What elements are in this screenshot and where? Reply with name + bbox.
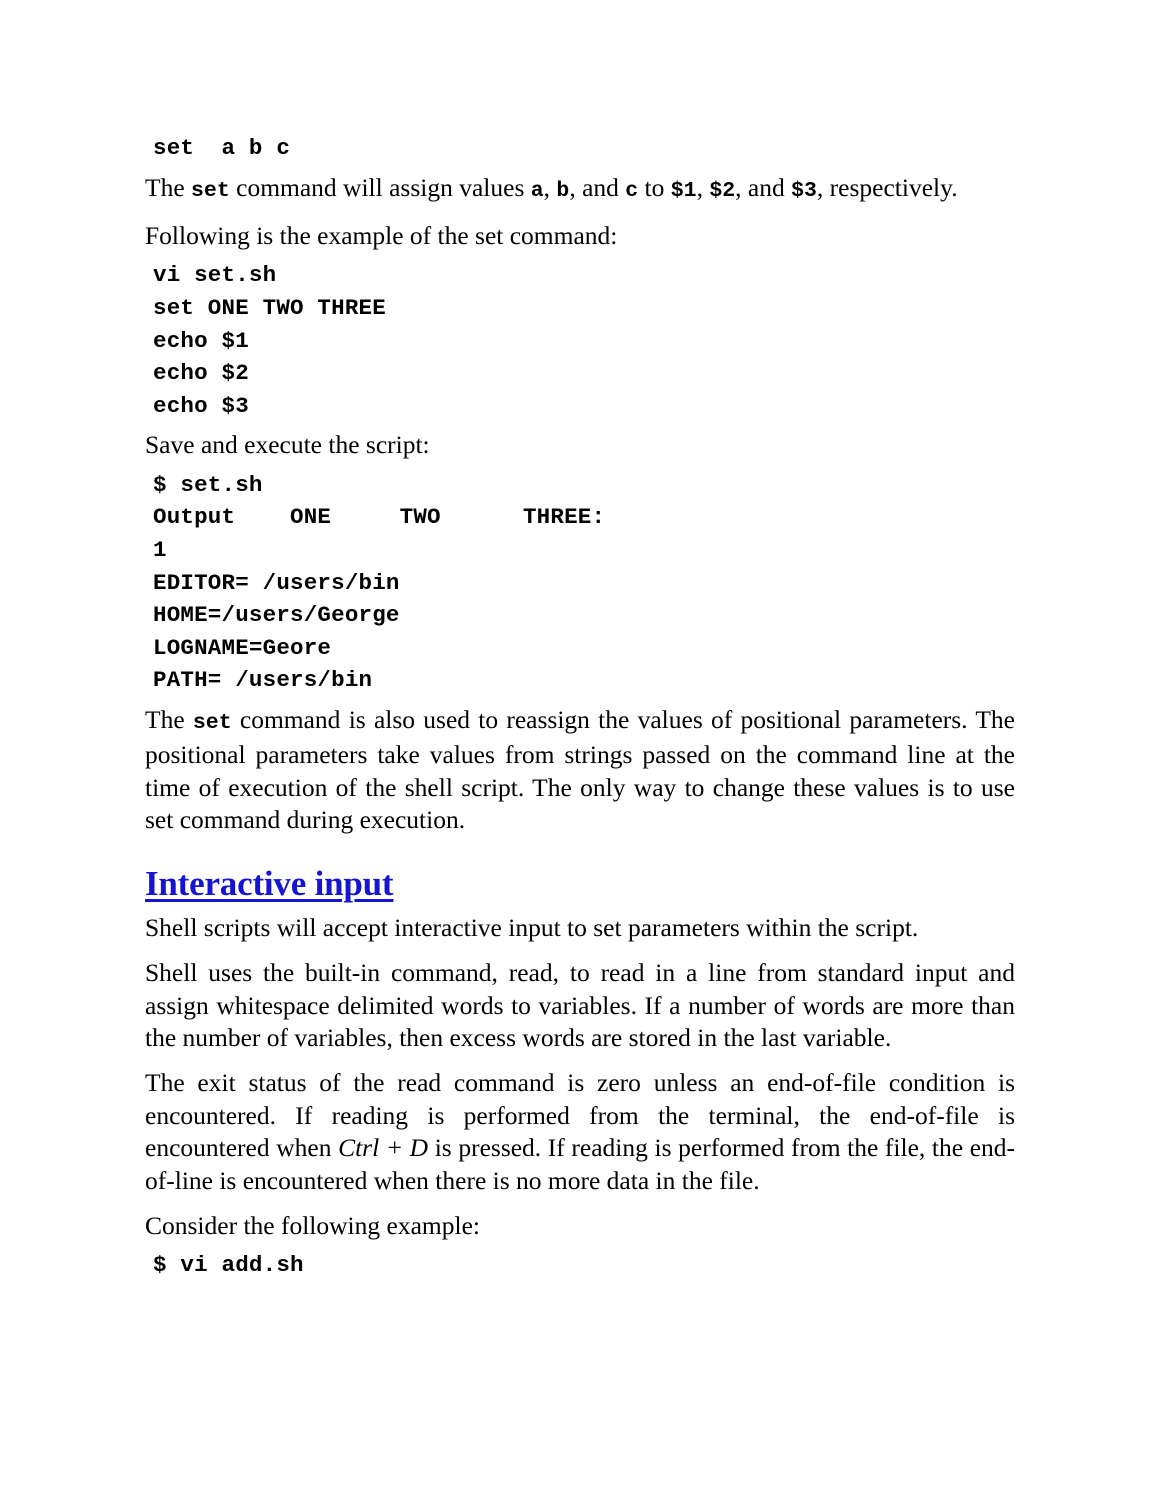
inline-code-dollar1: $1 [670, 178, 697, 203]
inline-code-set: set [191, 178, 230, 203]
output-spacer [441, 504, 523, 530]
code-line-vi-set: vi set.sh [153, 262, 277, 289]
text-run: , respectively. [816, 172, 958, 202]
emphasis-ctrl-d: Ctrl + D [338, 1133, 429, 1163]
paragraph-shell-uses-read: Shell uses the built-in command, read, t… [145, 958, 1015, 1053]
output-spacer [235, 504, 290, 530]
output-label: Output [153, 504, 236, 531]
text-run: command is also used to reassign the val… [145, 704, 1015, 835]
output-col-one: ONE [290, 504, 332, 531]
paragraph-following-example: Following is the example of the set comm… [145, 221, 618, 250]
paragraph-reassign: The set command is also used to reassign… [145, 704, 1015, 837]
code-line-set-one-two-three: set ONE TWO THREE [153, 295, 386, 321]
inline-code-set: set [192, 710, 232, 735]
code-line-one: 1 [153, 536, 167, 563]
paragraph-exit-status: The exit status of the read command is z… [145, 1067, 1015, 1197]
code-line-vi-add: $ vi add.sh [153, 1252, 304, 1279]
code-line-path: PATH= /users/bin [153, 667, 373, 694]
output-col-two: TWO [399, 504, 441, 531]
code-line-echo-3: echo $3 [153, 392, 249, 419]
code-line-run-set: $ set.sh [153, 471, 263, 498]
inline-code-b: b [556, 178, 570, 203]
document-page: set a b c The set command will assign va… [0, 0, 1159, 1500]
inline-code-c: c [625, 178, 639, 203]
inline-code-dollar3: $3 [791, 178, 817, 203]
paragraph-shell-scripts-accept: Shell scripts will accept interactive in… [145, 912, 919, 942]
text-run: , and [569, 172, 626, 202]
paragraph-set-assign: The set command will assign values a, b,… [145, 172, 1015, 207]
code-block-output: $ set.sh Output ONE TWO THREE: 1 EDITOR=… [153, 469, 1015, 697]
code-line: set a b c [153, 135, 291, 161]
text-run: command will assign values [229, 172, 531, 202]
code-line-echo-1: echo $1 [153, 327, 249, 354]
code-block-script: vi set.sh set ONE TWO THREE echo $1 echo… [153, 259, 1015, 422]
code-block-vi-add: $ vi add.sh [153, 1249, 1015, 1282]
text-run: , [696, 172, 710, 202]
inline-code-a: a [530, 178, 544, 203]
text-run: The [145, 172, 192, 202]
code-line-home: HOME=/users/George [153, 602, 400, 629]
code-line-output-header: Output ONE TWO THREE: [153, 501, 1015, 534]
inline-code-dollar2: $2 [709, 178, 736, 203]
section-heading-interactive-input: Interactive input [145, 863, 394, 903]
page-content: set a b c The set command will assign va… [145, 132, 1015, 1282]
code-block-set-abc: set a b c [153, 132, 1015, 165]
text-run: to [638, 172, 671, 202]
text-run: , and [735, 172, 792, 202]
paragraph-consider-example: Consider the following example: [145, 1211, 480, 1241]
code-line-editor: EDITOR= /users/bin [153, 569, 400, 596]
output-col-three: THREE: [522, 504, 606, 531]
code-line-logname: LOGNAME=Geore [153, 634, 332, 661]
paragraph-save-execute: Save and execute the script: [145, 430, 430, 460]
text-run: The [145, 704, 193, 734]
output-spacer [331, 504, 400, 530]
code-line-echo-2: echo $2 [153, 360, 249, 387]
text-run: , [543, 172, 557, 202]
